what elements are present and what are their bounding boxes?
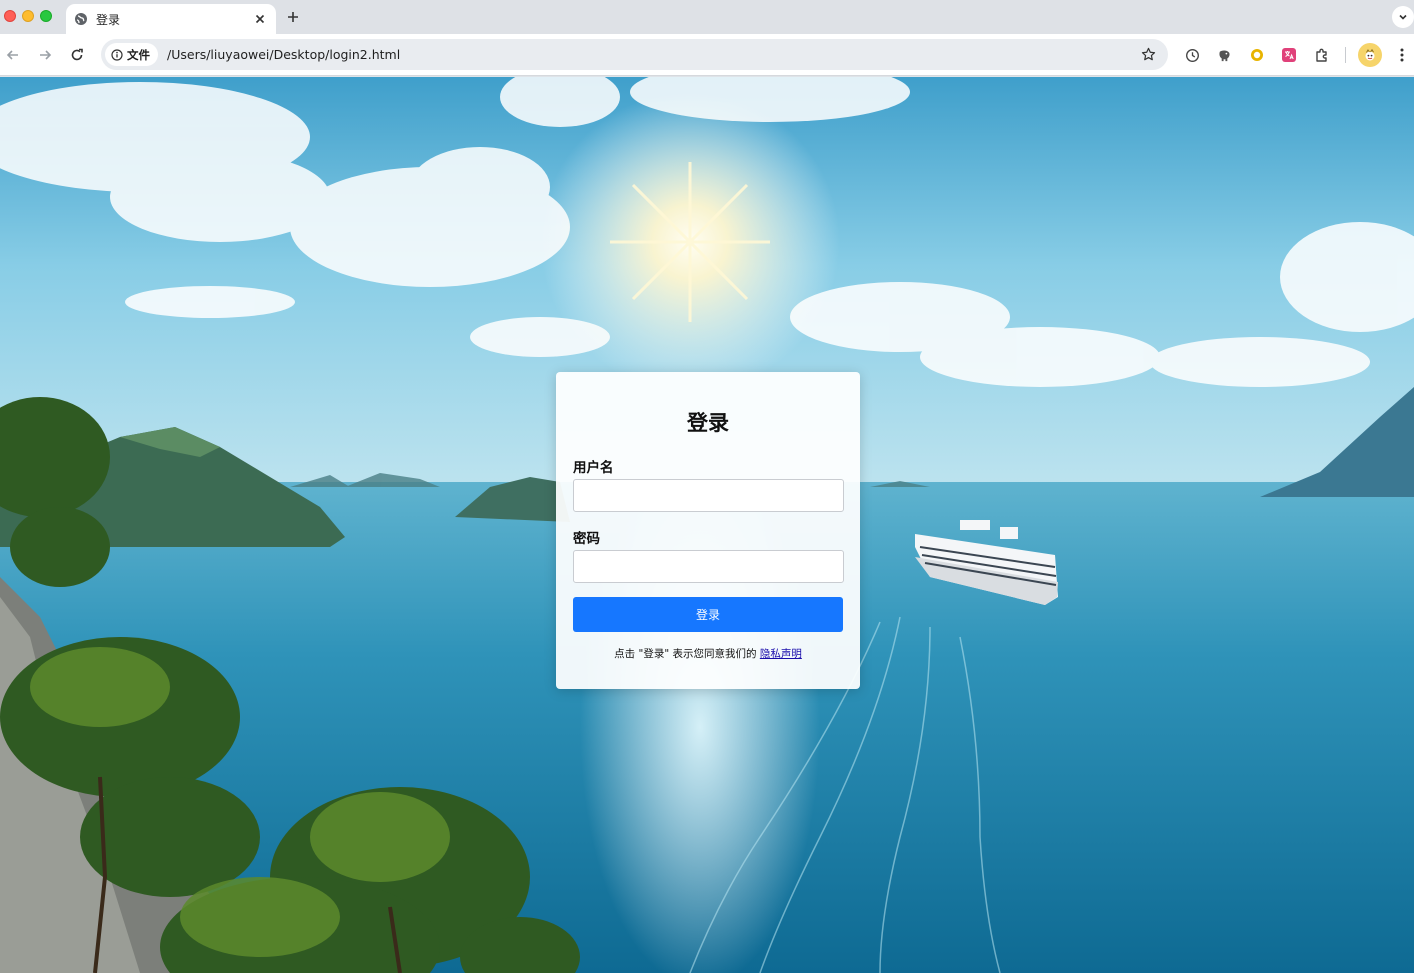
browser-titlebar: 登录 (0, 0, 1414, 34)
star-icon[interactable] (1138, 45, 1158, 65)
toolbar-divider (1345, 47, 1346, 63)
back-button[interactable] (2, 44, 24, 66)
site-info-chip[interactable]: 文件 (105, 43, 158, 66)
agreement-prefix: 点击 "登录" 表示您同意我们的 (614, 648, 760, 660)
elephant-icon[interactable] (1213, 44, 1235, 66)
close-icon[interactable] (252, 11, 268, 27)
arrow-left-icon (6, 50, 18, 60)
profile-avatar[interactable] (1358, 43, 1382, 67)
globe-icon (74, 12, 88, 26)
browser-toolbar: 文件 /Users/liuyaowei/Desktop/login2.html (0, 34, 1414, 76)
address-bar[interactable]: 文件 /Users/liuyaowei/Desktop/login2.html (101, 39, 1168, 70)
page-title: 登录 (687, 411, 729, 435)
username-input[interactable] (573, 479, 844, 512)
security-chip-label: 文件 (127, 47, 150, 62)
minimize-window-button[interactable] (22, 10, 34, 22)
arrow-right-icon (40, 50, 52, 60)
puzzle-icon[interactable] (1311, 44, 1333, 66)
password-label: 密码 (573, 531, 600, 547)
username-label: 用户名 (573, 460, 614, 476)
privacy-link[interactable]: 隐私声明 (760, 648, 802, 660)
page-viewport: 登录 用户名 密码 登录 点击 "登录" 表示您同意我们的 隐私声明 (0, 77, 1414, 973)
login-card: 登录 用户名 密码 登录 点击 "登录" 表示您同意我们的 隐私声明 (556, 372, 860, 689)
login-button[interactable]: 登录 (573, 597, 843, 632)
close-window-button[interactable] (4, 10, 16, 22)
tab-title: 登录 (96, 12, 121, 27)
agreement-text: 点击 "登录" 表示您同意我们的 隐私声明 (556, 646, 860, 661)
maximize-window-button[interactable] (40, 10, 52, 22)
translate-icon[interactable] (1278, 44, 1300, 66)
reload-button[interactable] (66, 44, 88, 66)
url-text[interactable]: /Users/liuyaowei/Desktop/login2.html (167, 47, 1138, 62)
tab-search-button[interactable] (1392, 6, 1414, 28)
info-icon (111, 48, 123, 61)
plus-icon[interactable] (283, 7, 303, 27)
chevron-down-icon (1399, 14, 1407, 20)
history-icon[interactable] (1181, 44, 1203, 66)
password-input[interactable] (573, 550, 844, 583)
browser-tab[interactable]: 登录 (66, 4, 276, 34)
forward-button[interactable] (34, 44, 56, 66)
ring-icon[interactable] (1246, 44, 1268, 66)
reload-icon (71, 48, 83, 61)
more-vert-icon[interactable] (1392, 44, 1412, 66)
